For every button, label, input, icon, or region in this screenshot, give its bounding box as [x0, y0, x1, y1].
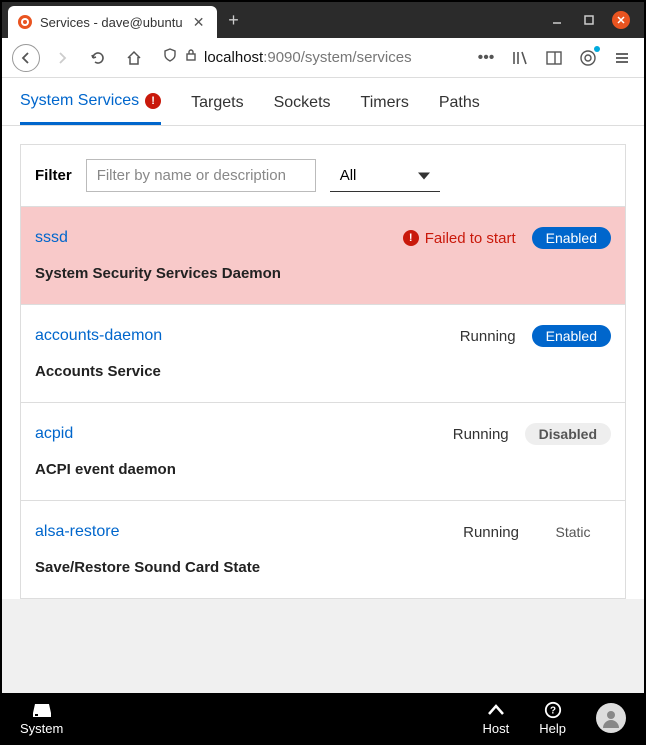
filter-label: Filter — [35, 167, 72, 184]
minimize-icon[interactable] — [548, 11, 566, 29]
service-badge: Static — [535, 521, 611, 543]
filter-input[interactable] — [86, 159, 316, 192]
browser-nav-bar: localhost:9090/system/services ••• — [2, 38, 644, 78]
ubuntu-icon — [18, 15, 32, 29]
service-name[interactable]: accounts-daemon — [35, 327, 162, 345]
service-description: Save/Restore Sound Card State — [35, 559, 611, 576]
dock-help[interactable]: ? Help — [539, 701, 566, 736]
new-tab-button[interactable]: + — [221, 7, 247, 33]
alert-icon: ! — [145, 93, 161, 109]
dock-label: System — [20, 721, 63, 736]
menu-icon[interactable] — [610, 46, 634, 70]
service-item[interactable]: accounts-daemon Running Enabled Accounts S… — [21, 304, 625, 402]
services-panel: Filter All sssd ! Failed to start Enabled S… — [20, 144, 626, 599]
drive-icon — [32, 701, 52, 719]
tab-label: System Services — [20, 92, 139, 110]
service-badge: Enabled — [532, 325, 611, 347]
service-item[interactable]: acpid Running Disabled ACPI event daemon — [21, 402, 625, 500]
url-text: localhost:9090/system/services — [204, 49, 412, 66]
tab-sockets[interactable]: Sockets — [274, 92, 331, 125]
close-icon[interactable]: ✕ — [191, 14, 207, 30]
service-description: Accounts Service — [35, 363, 611, 380]
tab-targets[interactable]: Targets — [191, 92, 243, 125]
tab-paths[interactable]: Paths — [439, 92, 480, 125]
dock-system[interactable]: System — [20, 701, 63, 736]
chevron-up-icon — [486, 701, 506, 719]
service-badge: Disabled — [525, 423, 611, 445]
back-button[interactable] — [12, 44, 40, 72]
tab-title: Services - dave@ubuntu — [40, 15, 183, 30]
service-item[interactable]: sssd ! Failed to start Enabled System Secur… — [21, 206, 625, 304]
dock-host[interactable]: Host — [483, 701, 510, 736]
lock-icon — [184, 48, 198, 67]
service-name[interactable]: sssd — [35, 229, 68, 247]
browser-tab[interactable]: Services - dave@ubuntu ✕ — [8, 6, 217, 38]
service-description: System Security Services Daemon — [35, 265, 611, 282]
alert-icon: ! — [403, 230, 419, 246]
more-icon[interactable]: ••• — [472, 44, 500, 72]
window-controls — [548, 11, 638, 29]
sidebar-icon[interactable] — [542, 46, 566, 70]
dock-label: Host — [483, 721, 510, 736]
service-badge: Enabled — [532, 227, 611, 249]
filter-select[interactable]: All — [330, 160, 440, 192]
page-content: System Services ! Targets Sockets Timers… — [2, 78, 644, 693]
svg-text:?: ? — [550, 705, 556, 716]
reload-button[interactable] — [84, 44, 112, 72]
tab-system-services[interactable]: System Services ! — [20, 92, 161, 125]
library-icon[interactable] — [508, 46, 532, 70]
bottom-dock: System Host ? Help — [2, 693, 644, 743]
browser-tab-bar: Services - dave@ubuntu ✕ + — [2, 2, 644, 38]
shield-icon — [162, 47, 178, 68]
user-avatar[interactable] — [596, 703, 626, 733]
help-icon: ? — [543, 701, 563, 719]
account-icon[interactable] — [576, 46, 600, 70]
window-close-icon[interactable] — [612, 11, 630, 29]
home-button[interactable] — [120, 44, 148, 72]
service-status: ! Failed to start — [403, 230, 516, 247]
forward-button[interactable] — [48, 44, 76, 72]
url-bar[interactable]: localhost:9090/system/services — [156, 47, 464, 68]
service-status: Running — [460, 328, 516, 345]
service-status: Running — [453, 426, 509, 443]
service-item[interactable]: alsa-restore Running Static Save/Restore S… — [21, 500, 625, 598]
page-tabs: System Services ! Targets Sockets Timers… — [2, 78, 644, 126]
service-description: ACPI event daemon — [35, 461, 611, 478]
maximize-icon[interactable] — [580, 11, 598, 29]
tab-timers[interactable]: Timers — [361, 92, 409, 125]
filter-row: Filter All — [21, 145, 625, 206]
service-status: Running — [463, 524, 519, 541]
service-name[interactable]: alsa-restore — [35, 523, 119, 541]
person-icon — [601, 708, 621, 728]
dock-label: Help — [539, 721, 566, 736]
service-name[interactable]: acpid — [35, 425, 73, 443]
